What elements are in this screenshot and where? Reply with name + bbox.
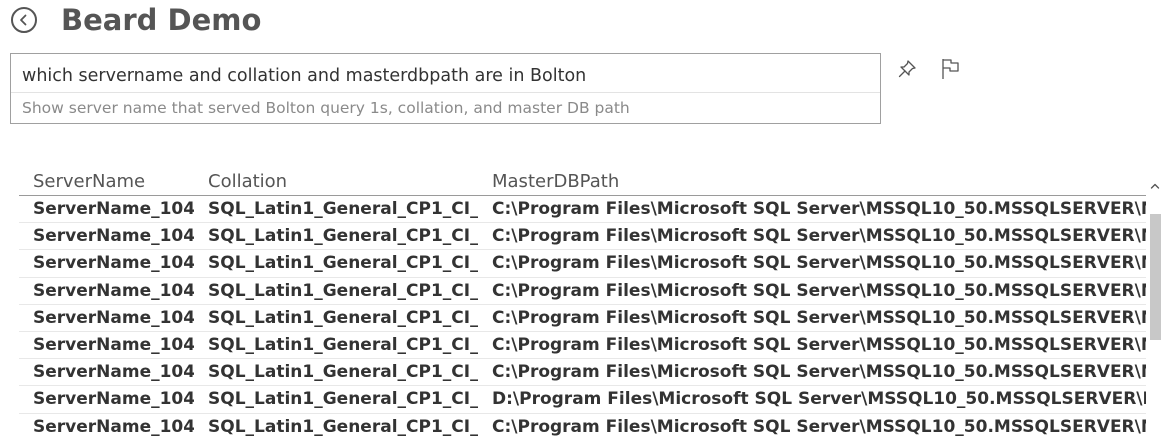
back-arrow-icon bbox=[18, 14, 30, 26]
cell-servername: ServerName_1048 bbox=[33, 416, 194, 437]
pin-icon bbox=[896, 58, 918, 84]
scroll-up-button[interactable] bbox=[1148, 176, 1162, 192]
pin-button[interactable] bbox=[894, 58, 920, 84]
table-row: ServerName_1042 SQL_Latin1_General_CP1_C… bbox=[19, 250, 1146, 278]
cell-masterdbpath: C:\Program Files\Microsoft SQL Server\MS… bbox=[492, 416, 1146, 437]
qa-box: Show server name that served Bolton quer… bbox=[10, 53, 881, 124]
cell-collation: SQL_Latin1_General_CP1_CI_AS bbox=[208, 416, 478, 437]
table-row: ServerName_1044 SQL_Latin1_General_CP1_C… bbox=[19, 305, 1146, 332]
cell-masterdbpath: C:\Program Files\Microsoft SQL Server\MS… bbox=[492, 199, 1146, 219]
table-header: ServerName Collation MasterDBPath bbox=[19, 168, 1146, 196]
table-row: ServerName_1043 SQL_Latin1_General_CP1_C… bbox=[19, 278, 1146, 305]
qa-restatement: Show server name that served Bolton quer… bbox=[22, 99, 630, 117]
cell-servername: ServerName_1040 bbox=[33, 199, 194, 219]
table-row: ServerName_1041 SQL_Latin1_General_CP1_C… bbox=[19, 223, 1146, 251]
table-row: ServerName_1046 SQL_Latin1_General_CP1_C… bbox=[19, 359, 1146, 387]
cell-collation: SQL_Latin1_General_CP1_CI_AS bbox=[208, 362, 478, 383]
cell-masterdbpath: C:\Program Files\Microsoft SQL Server\MS… bbox=[492, 226, 1146, 247]
cell-masterdbpath: C:\Program Files\Microsoft SQL Server\MS… bbox=[492, 253, 1146, 274]
flag-icon bbox=[939, 57, 961, 85]
cell-collation: SQL_Latin1_General_CP1_CI_AS bbox=[208, 226, 478, 247]
cell-masterdbpath: C:\Program Files\Microsoft SQL Server\MS… bbox=[492, 334, 1146, 355]
page-title: Beard Demo bbox=[61, 3, 262, 37]
cell-servername: ServerName_1043 bbox=[33, 280, 194, 301]
cell-collation: SQL_Latin1_General_CP1_CI_AS bbox=[208, 389, 478, 410]
table-row: ServerName_1047 SQL_Latin1_General_CP1_C… bbox=[19, 386, 1146, 414]
cell-collation: SQL_Latin1_General_CP1_CI_AS bbox=[208, 199, 478, 219]
cell-collation: SQL_Latin1_General_CP1_CI_AS bbox=[208, 307, 478, 328]
column-header-collation[interactable]: Collation bbox=[194, 168, 478, 195]
cell-servername: ServerName_1045 bbox=[33, 334, 194, 355]
cell-servername: ServerName_1042 bbox=[33, 253, 194, 274]
cell-masterdbpath: D:\Program Files\Microsoft SQL Server\MS… bbox=[492, 389, 1146, 410]
cell-servername: ServerName_1041 bbox=[33, 226, 194, 247]
qa-question-input[interactable] bbox=[22, 62, 867, 90]
cell-servername: ServerName_1046 bbox=[33, 362, 194, 383]
cell-collation: SQL_Latin1_General_CP1_CI_AS bbox=[208, 334, 478, 355]
scrollbar-thumb[interactable] bbox=[1150, 214, 1161, 340]
cell-servername: ServerName_1047 bbox=[33, 389, 194, 410]
cell-servername: ServerName_1044 bbox=[33, 307, 194, 328]
cell-collation: SQL_Latin1_General_CP1_CI_AS bbox=[208, 280, 478, 301]
flag-button[interactable] bbox=[937, 58, 963, 84]
qa-divider bbox=[11, 92, 880, 93]
back-button[interactable] bbox=[11, 7, 37, 33]
table-row: ServerName_1040 SQL_Latin1_General_CP1_C… bbox=[19, 196, 1146, 224]
chevron-up-icon bbox=[1150, 175, 1160, 194]
table-row: ServerName_1045 SQL_Latin1_General_CP1_C… bbox=[19, 332, 1146, 360]
table-row: ServerName_1048 SQL_Latin1_General_CP1_C… bbox=[19, 414, 1146, 437]
cell-masterdbpath: C:\Program Files\Microsoft SQL Server\MS… bbox=[492, 280, 1146, 301]
column-header-servername[interactable]: ServerName bbox=[19, 168, 194, 195]
cell-collation: SQL_Latin1_General_CP1_CI_AS bbox=[208, 253, 478, 274]
cell-masterdbpath: C:\Program Files\Microsoft SQL Server\MS… bbox=[492, 307, 1146, 328]
column-header-masterdbpath[interactable]: MasterDBPath bbox=[478, 168, 1146, 195]
cell-masterdbpath: C:\Program Files\Microsoft SQL Server\MS… bbox=[492, 362, 1146, 383]
results-table: ServerName Collation MasterDBPath Server… bbox=[19, 168, 1146, 437]
